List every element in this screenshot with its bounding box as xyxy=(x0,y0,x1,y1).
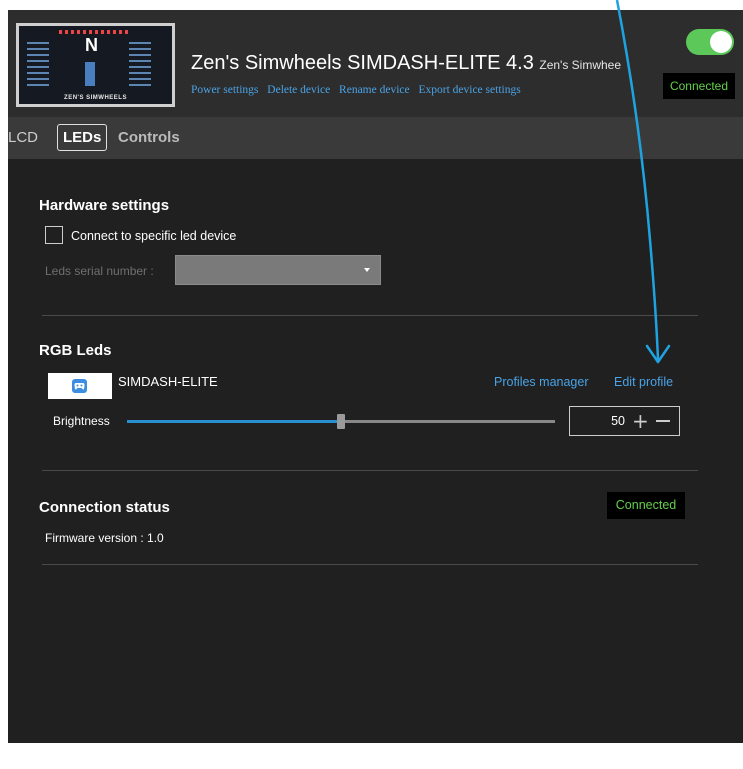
brightness-slider[interactable] xyxy=(127,412,555,432)
device-title: Zen's Simwheels SIMDASH-ELITE 4.3 Zen's … xyxy=(191,52,621,75)
tab-controls[interactable]: Controls xyxy=(118,129,180,146)
brightness-label: Brightness xyxy=(53,414,110,428)
chevron-down-icon xyxy=(364,268,370,272)
left-data-column xyxy=(27,42,49,86)
slider-fill xyxy=(127,420,341,423)
toggle-knob xyxy=(710,31,732,53)
device-thumbnail: N ZEN'S SIMWHEELS xyxy=(16,23,175,107)
edit-profile-link[interactable]: Edit profile xyxy=(614,375,673,389)
device-header: N ZEN'S SIMWHEELS Zen's Simwheels SIMDAS… xyxy=(8,10,743,117)
device-enable-toggle[interactable] xyxy=(686,29,734,55)
app-window: N ZEN'S SIMWHEELS Zen's Simwheels SIMDAS… xyxy=(8,10,743,743)
tab-lcd[interactable]: LCD xyxy=(8,129,38,146)
device-actions: Power settings Delete device Rename devi… xyxy=(191,84,527,96)
thumbnail-brand: ZEN'S SIMWHEELS xyxy=(64,95,127,101)
export-settings-link[interactable]: Export device settings xyxy=(418,84,520,96)
minus-icon[interactable] xyxy=(656,420,670,422)
rename-device-link[interactable]: Rename device xyxy=(339,84,410,96)
section-divider xyxy=(42,470,698,471)
leds-panel: Hardware settings Connect to specific le… xyxy=(8,159,743,743)
dash-screen-image: N ZEN'S SIMWHEELS xyxy=(19,26,172,104)
speed-bar-graphic xyxy=(85,62,95,86)
plus-icon[interactable]: + xyxy=(632,408,649,434)
connection-status-badge: Connected xyxy=(607,492,685,519)
profile-name: SIMDASH-ELITE xyxy=(118,374,218,389)
rev-leds-graphic xyxy=(59,30,129,34)
hardware-settings-title: Hardware settings xyxy=(39,197,170,214)
firmware-version: Firmware version : 1.0 xyxy=(45,531,164,545)
power-settings-link[interactable]: Power settings xyxy=(191,84,258,96)
device-subtitle: Zen's Simwhee xyxy=(539,58,622,72)
brightness-value[interactable]: 50 xyxy=(611,414,625,428)
section-divider xyxy=(42,564,698,565)
profile-thumbnail xyxy=(48,373,112,399)
right-data-column xyxy=(129,42,151,86)
profiles-manager-link[interactable]: Profiles manager xyxy=(494,375,589,389)
connection-status-title: Connection status xyxy=(39,499,170,516)
serial-number-select[interactable] xyxy=(175,255,381,285)
specific-device-label: Connect to specific led device xyxy=(71,229,237,243)
gamepad-icon xyxy=(72,379,87,393)
delete-device-link[interactable]: Delete device xyxy=(267,84,330,96)
device-name: Zen's Simwheels SIMDASH-ELITE 4.3 xyxy=(191,52,534,74)
section-divider xyxy=(42,315,698,316)
tab-leds[interactable]: LEDs xyxy=(57,124,108,151)
gear-indicator: N xyxy=(85,35,98,55)
rgb-leds-title: RGB Leds xyxy=(39,342,112,359)
slider-thumb[interactable] xyxy=(337,414,345,429)
header-status-badge: Connected xyxy=(663,73,735,99)
brightness-stepper: 50 + xyxy=(569,406,680,436)
serial-number-label: Leds serial number : xyxy=(45,264,154,278)
specific-device-checkbox[interactable] xyxy=(45,226,63,244)
tab-bar: LCD LEDs Controls xyxy=(8,117,743,159)
